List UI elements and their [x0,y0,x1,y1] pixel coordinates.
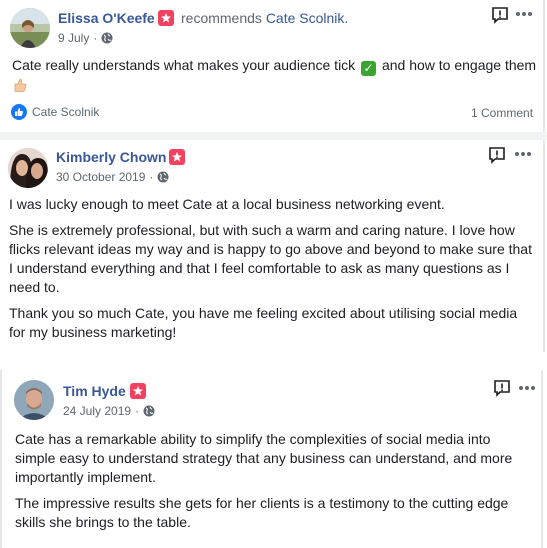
avatar-elissa[interactable] [10,8,50,48]
review-paragraph: I was lucky enough to meet Cate at a loc… [9,196,445,212]
card-border [0,370,2,548]
review-text-part: and how to engage them [378,57,537,73]
review-paragraph: The impressive results she gets for her … [15,495,509,530]
page-link[interactable]: Cate Scolnik. [266,10,348,26]
review-text: I was lucky enough to meet Cate at a loc… [9,195,534,349]
review-text-part: Cate really understands what makes your … [12,57,360,73]
review-text: Cate has a remarkable ability to simplif… [15,430,533,539]
more-dots-icon[interactable] [514,151,532,157]
card-separator [0,132,547,140]
review-paragraph: Thank you so much Cate, you have me feel… [9,305,518,340]
post-date[interactable]: 30 October 2019 [56,170,145,184]
review-paragraph: Cate has a remarkable ability to simplif… [15,431,513,485]
post-date[interactable]: 9 July [58,31,89,45]
globe-icon [143,405,155,417]
review-text: Cate really understands what makes your … [12,56,537,95]
more-dots-icon[interactable] [515,11,533,17]
card-border [543,0,545,132]
more-dots-icon[interactable] [518,385,536,391]
post-meta: 24 July 2019 · [63,404,155,418]
recommendation-star-icon [158,10,174,26]
post-meta: 9 July · [58,31,113,45]
meta-separator: · [149,170,154,184]
card-border [541,370,543,548]
author-name[interactable]: Kimberly Chown [56,149,166,165]
avatar-kimberly[interactable] [8,148,48,188]
review-card-elissa: Elissa O'Keefe recommends Cate Scolnik. … [0,0,547,132]
card-gap [0,352,547,370]
recommendation-star-icon [130,383,146,399]
post-date[interactable]: 24 July 2019 [63,404,131,418]
meta-separator: · [93,31,98,45]
recommendation-star-icon [169,149,185,165]
review-card-tim: Tim Hyde 24 July 2019 · Cate has a remar… [0,370,547,548]
author-name[interactable]: Tim Hyde [63,383,126,399]
thumbs-up-emoji [14,78,27,92]
post-meta: 30 October 2019 · [56,170,169,184]
like-thumb-icon [11,104,27,120]
author-name[interactable]: Elissa O'Keefe [58,10,155,26]
meta-separator: · [135,404,140,418]
feedback-exclamation-icon[interactable] [491,6,509,24]
globe-icon [101,32,113,44]
avatar-tim[interactable] [14,380,54,420]
review-card-kimberly: Kimberly Chown 30 October 2019 · I was l… [0,140,547,352]
feedback-exclamation-icon[interactable] [493,379,511,397]
check-mark-emoji: ✓ [361,61,377,76]
recommendation-header: recommends Cate Scolnik. [181,10,348,26]
reaction-name: Cate Scolnik [32,105,100,119]
recommends-label: recommends [181,10,262,26]
reactions-summary[interactable]: Cate Scolnik [11,104,99,120]
comment-count-link[interactable]: 1 Comment [471,106,533,120]
feedback-exclamation-icon[interactable] [488,146,506,164]
card-border [543,140,545,352]
review-paragraph: She is extremely professional, but with … [9,222,532,295]
globe-icon [157,171,169,183]
